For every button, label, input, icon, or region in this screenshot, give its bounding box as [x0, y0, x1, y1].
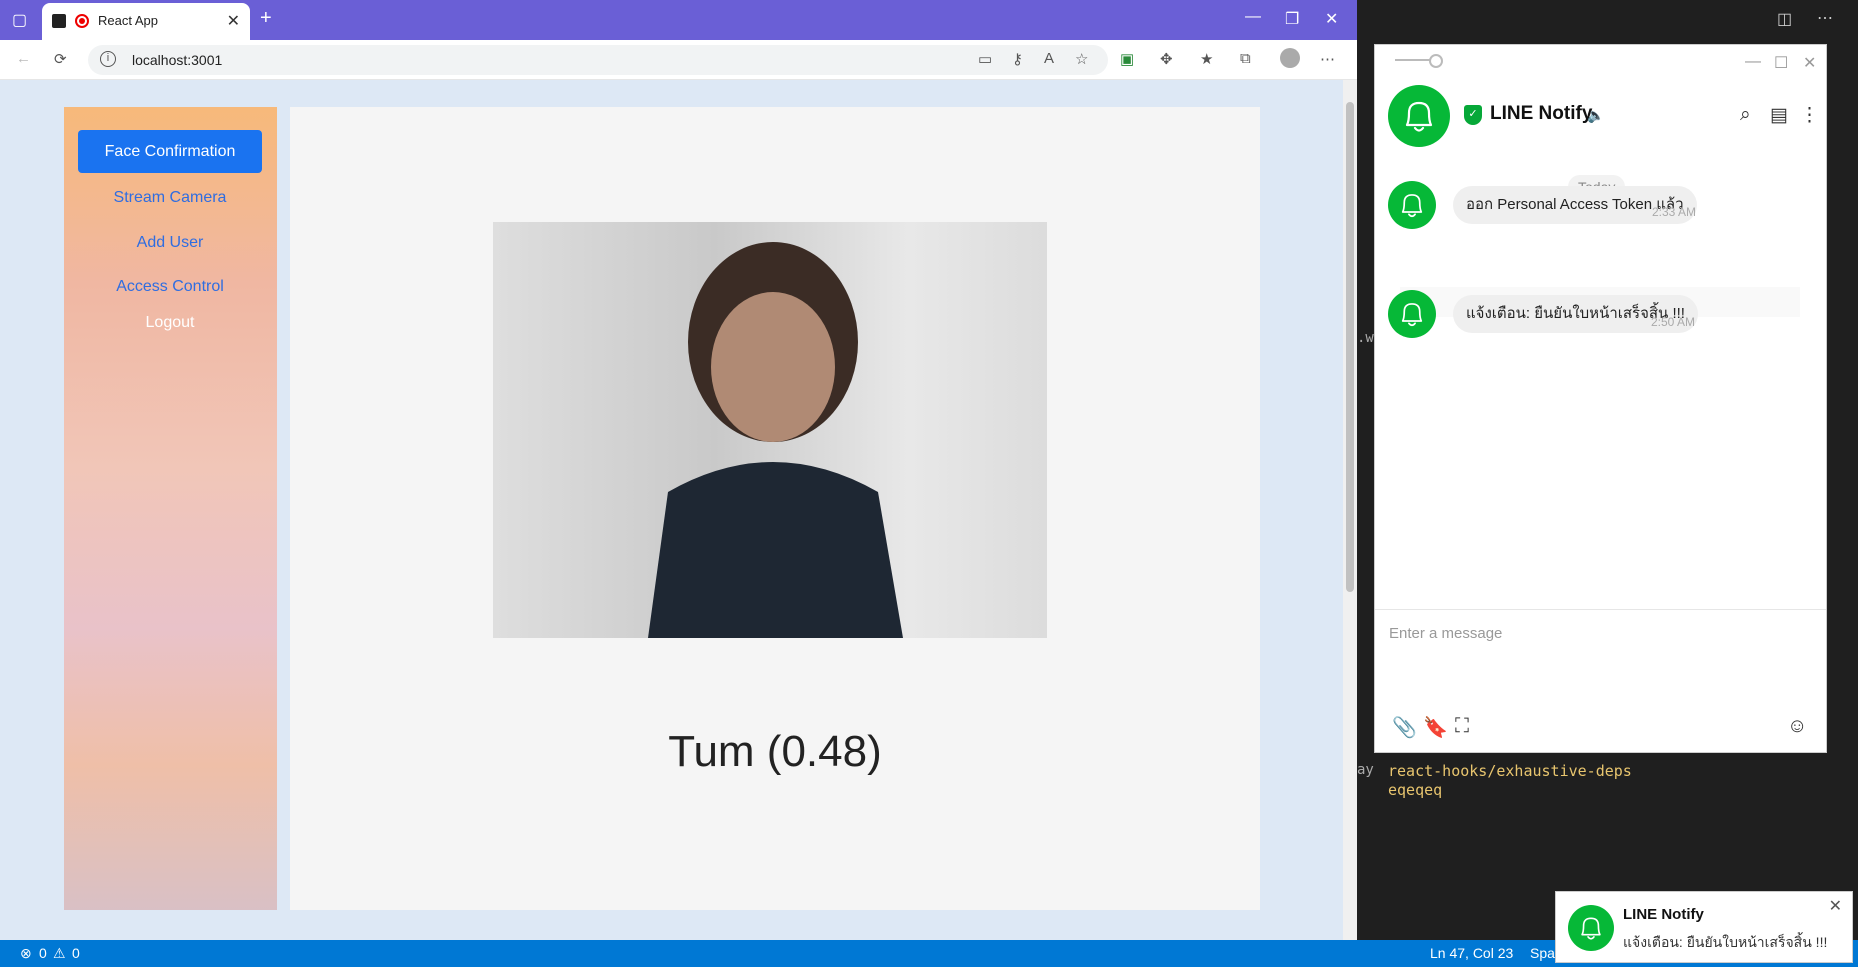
- nav-face-confirmation[interactable]: Face Confirmation: [78, 130, 262, 173]
- person-silhouette: [648, 242, 903, 638]
- extensions-icon[interactable]: ✥: [1160, 50, 1173, 68]
- tab-bar: ▢ React App ✕ + — ❐ ✕: [0, 0, 1357, 40]
- recognition-result: Tum (0.48): [668, 727, 882, 776]
- errors-icon[interactable]: ⊗: [20, 945, 32, 962]
- site-info-icon[interactable]: i: [100, 51, 116, 67]
- bookmark-icon[interactable]: 🔖: [1423, 715, 1448, 740]
- page-viewport: Face Confirmation Stream Camera Add User…: [0, 80, 1343, 940]
- line-maximize-icon[interactable]: ☐: [1774, 53, 1788, 73]
- opacity-slider[interactable]: [1395, 54, 1443, 68]
- url-box[interactable]: i localhost:3001: [88, 45, 1108, 75]
- bell-icon: [1401, 303, 1423, 327]
- emoji-icon[interactable]: ☺: [1787, 715, 1807, 738]
- more-menu-icon[interactable]: ⋯: [1320, 50, 1335, 68]
- react-favicon-icon: [52, 14, 66, 28]
- window-close-icon[interactable]: ✕: [1325, 9, 1338, 29]
- message-input[interactable]: [1389, 618, 1789, 648]
- line-notify-avatar[interactable]: [1388, 85, 1450, 147]
- favorites-icon[interactable]: ★: [1200, 50, 1213, 68]
- refresh-icon[interactable]: ⟳: [54, 50, 67, 68]
- bell-icon: [1401, 194, 1423, 218]
- nav-logout[interactable]: Logout: [78, 301, 262, 344]
- browser-window: ▢ React App ✕ + — ❐ ✕ ← ⟳ i localhost:30…: [0, 0, 1357, 940]
- message-avatar[interactable]: [1388, 181, 1436, 229]
- message-time: 2:33 AM: [1652, 205, 1697, 219]
- camera-feed: [493, 222, 1047, 638]
- toast-close-icon[interactable]: ✕: [1829, 896, 1842, 916]
- attach-icon[interactable]: 📎: [1392, 715, 1417, 740]
- notes-icon[interactable]: ▤: [1770, 104, 1788, 127]
- minimize-icon[interactable]: —: [1245, 8, 1261, 26]
- collections-icon[interactable]: ⧉: [1240, 50, 1251, 67]
- line-close-icon[interactable]: ✕: [1803, 53, 1816, 73]
- scrollbar-thumb[interactable]: [1346, 102, 1354, 592]
- new-tab-icon[interactable]: +: [260, 7, 272, 30]
- tab-title: React App: [98, 13, 158, 28]
- address-bar: ← ⟳ i localhost:3001 ▭ ⚷ A ☆ ▣ ✥ ★ ⧉ ⋯: [0, 40, 1357, 80]
- main-content: Tum (0.48): [290, 107, 1260, 910]
- vscode-titlebar: ◫ ⋯: [1357, 0, 1858, 40]
- camera-permission-icon[interactable]: ▭: [978, 50, 992, 68]
- split-editor-icon[interactable]: ◫: [1777, 9, 1792, 29]
- tab-actions-icon[interactable]: ▢: [12, 10, 27, 30]
- extension-colored-icon[interactable]: ▣: [1120, 50, 1134, 68]
- profile-avatar[interactable]: [1280, 48, 1300, 68]
- chat-title: LINE Notify: [1490, 103, 1593, 124]
- vscode-prefix-text: ay: [1357, 762, 1374, 778]
- vscode-side-text: .w: [1357, 330, 1374, 346]
- vscode-more-icon[interactable]: ⋯: [1817, 8, 1833, 28]
- chat-search-icon[interactable]: ⌕: [1740, 104, 1751, 126]
- code-line-2: eqeqeq: [1388, 781, 1443, 799]
- chat-menu-icon[interactable]: ⋮: [1800, 104, 1819, 127]
- browser-tab[interactable]: React App ✕: [42, 3, 250, 40]
- bell-icon: [1405, 101, 1433, 132]
- nav-stream-camera[interactable]: Stream Camera: [78, 176, 262, 219]
- notification-toast[interactable]: LINE Notify แจ้งเตือน: ยืนยันใบหน้าเสร็จ…: [1555, 891, 1853, 963]
- sidebar: Face Confirmation Stream Camera Add User…: [64, 107, 277, 910]
- message-time: 2:50 AM: [1651, 315, 1696, 329]
- toast-avatar: [1568, 905, 1614, 951]
- indentation-indicator[interactable]: Spa: [1530, 945, 1555, 961]
- bell-icon: [1581, 917, 1601, 940]
- read-aloud-icon[interactable]: A: [1044, 50, 1054, 67]
- message-avatar[interactable]: [1388, 290, 1436, 338]
- warnings-icon[interactable]: ⚠: [53, 945, 66, 962]
- screenshot-crop-icon[interactable]: ⛶: [1455, 715, 1469, 738]
- mute-icon: 🔈: [1587, 107, 1605, 123]
- back-icon[interactable]: ←: [16, 50, 31, 67]
- restore-icon[interactable]: ❐: [1285, 9, 1299, 29]
- toast-body: แจ้งเตือน: ยืนยันใบหน้าเสร็จสิ้น !!!: [1623, 934, 1828, 950]
- key-icon[interactable]: ⚷: [1012, 50, 1023, 68]
- line-chat-window: — ☐ ✕ ✓ LINE Notify 🔈 ⌕ ▤ ⋮ Today ออก Pe…: [1374, 44, 1827, 753]
- errors-count[interactable]: 0: [39, 945, 47, 961]
- recording-icon: [75, 14, 89, 28]
- verified-shield-icon: ✓: [1464, 105, 1482, 125]
- page-scrollbar[interactable]: [1343, 80, 1357, 940]
- tab-close-icon[interactable]: ✕: [227, 11, 240, 31]
- cursor-position[interactable]: Ln 47, Col 23: [1430, 945, 1513, 961]
- line-minimize-icon[interactable]: —: [1745, 53, 1761, 71]
- url-text[interactable]: localhost:3001: [132, 52, 222, 68]
- toast-title: LINE Notify: [1623, 906, 1704, 923]
- add-favorite-icon[interactable]: ☆: [1075, 50, 1088, 68]
- code-line-1: react-hooks/exhaustive-deps: [1388, 762, 1632, 780]
- nav-add-user[interactable]: Add User: [78, 221, 262, 264]
- warnings-count[interactable]: 0: [72, 945, 80, 961]
- message-composer: 📎 🔖 ⛶ ☺: [1375, 609, 1826, 754]
